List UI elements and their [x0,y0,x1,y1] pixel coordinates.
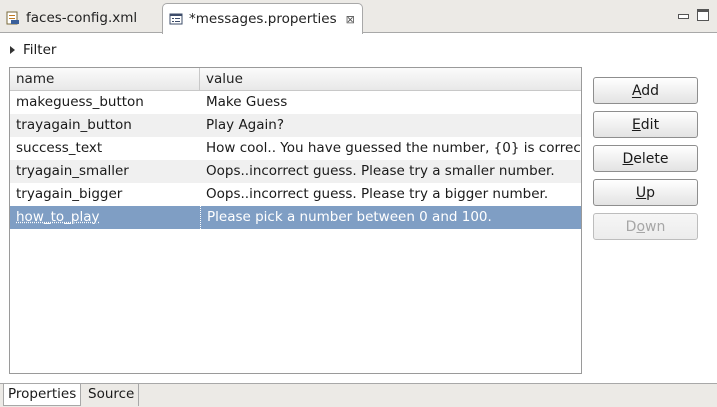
add-button-label: Add [631,82,660,99]
table-row[interactable]: tryagain_smaller Oops..incorrect guess. … [10,160,581,183]
cell-name: how_to_play [16,209,100,225]
cell-value: Play Again? [206,117,284,133]
tab-label: *messages.properties [189,11,337,27]
cell-value: Make Guess [206,94,288,110]
filter-toggle[interactable]: Filter [10,40,56,60]
cell-name: tryagain_bigger [16,186,123,202]
up-button[interactable]: Up [593,179,698,206]
column-header-value[interactable]: value [200,68,581,91]
cell-value: Oops..incorrect guess. Please try a bigg… [206,186,549,202]
close-icon[interactable]: ⊠ [346,13,355,26]
down-button: Down [593,213,698,240]
delete-button-label: Delete [622,150,669,167]
properties-table[interactable]: name value makeguess_button Make Guess t… [9,67,582,374]
window-controls [677,9,709,21]
edit-button[interactable]: Edit [593,111,698,138]
cell-name: makeguess_button [16,94,144,110]
editor-tab-bar: faces-config.xml *messages.properties ⊠ [0,0,717,34]
delete-button[interactable]: Delete [593,145,698,172]
up-button-label: Up [635,184,656,201]
cell-name: tryagain_smaller [16,163,129,179]
table-row[interactable]: success_text How cool.. You have guessed… [10,137,581,160]
edit-button-label: Edit [631,116,660,133]
tab-faces-config[interactable]: faces-config.xml [0,3,162,33]
expand-triangle-icon [10,46,15,54]
cell-name: trayagain_button [16,117,132,133]
bottom-tab-bar: Properties Source [0,383,717,407]
cell-value: Oops..incorrect guess. Please try a smal… [206,163,555,179]
maximize-icon[interactable] [697,9,709,21]
tab-messages-properties[interactable]: *messages.properties ⊠ [162,3,363,34]
tab-properties[interactable]: Properties [3,384,82,406]
xml-file-icon [6,11,19,25]
tab-source[interactable]: Source [84,384,140,406]
table-row[interactable]: makeguess_button Make Guess [10,91,581,114]
cell-name: success_text [16,140,103,156]
filter-label: Filter [23,42,57,58]
cell-value: Please pick a number between 0 and 100. [200,206,581,229]
tab-label: faces-config.xml [26,10,138,26]
properties-file-icon [169,13,183,25]
column-header-name[interactable]: name [10,68,200,91]
add-button[interactable]: Add [593,77,698,104]
table-row[interactable]: trayagain_button Play Again? [10,114,581,137]
down-button-label: Down [625,218,666,235]
table-row-selected[interactable]: how_to_play Please pick a number between… [10,206,581,229]
cell-value: How cool.. You have guessed the number, … [206,140,582,156]
table-row[interactable]: tryagain_bigger Oops..incorrect guess. P… [10,183,581,206]
minimize-icon[interactable] [677,9,689,21]
table-header: name value [10,68,581,91]
